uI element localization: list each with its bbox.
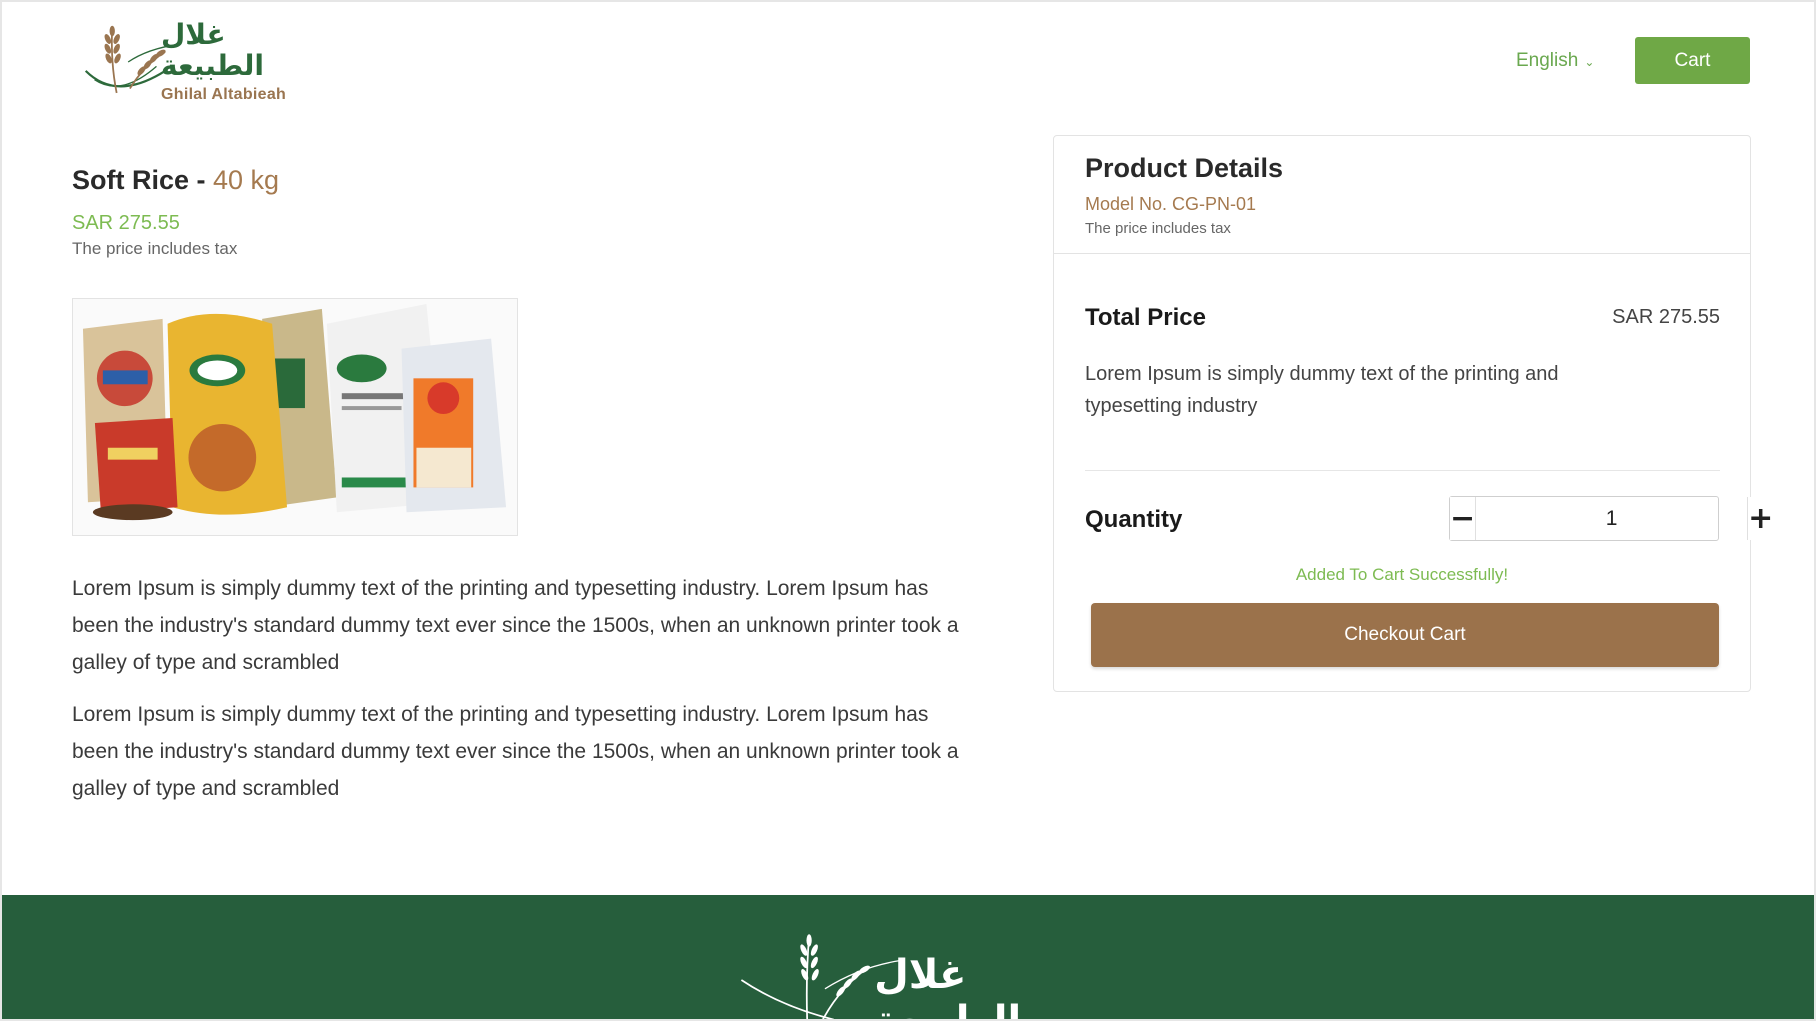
product-price: SAR 275.55 xyxy=(72,212,180,234)
footer-logo-arabic-text: غلال الطبيعة xyxy=(874,952,1022,1021)
quantity-label: Quantity xyxy=(1085,506,1183,533)
rice-bags-illustration xyxy=(73,299,517,535)
product-title: Soft Rice - 40 kg xyxy=(72,165,279,196)
page: غلال الطبيعة Ghilal Altabieah English ⌄ … xyxy=(0,0,1816,1021)
product-details-panel: Product Details Model No. CG-PN-01 The p… xyxy=(1053,135,1774,692)
language-selector[interactable]: English ⌄ xyxy=(1516,50,1594,72)
product-description-1: Lorem Ipsum is simply dummy text of the … xyxy=(72,577,959,674)
product-tax-note: The price includes tax xyxy=(72,239,238,258)
product-weight: 40 kg xyxy=(213,165,280,195)
footer-logo[interactable]: غلال الطبيعة xyxy=(737,930,1097,1021)
quantity-stepper: − + xyxy=(1449,496,1774,541)
logo-english-text: Ghilal Altabieah xyxy=(161,85,287,103)
panel-header: Product Details Model No. CG-PN-01 The p… xyxy=(1054,136,1750,254)
logo-arabic-text: غلال الطبيعة xyxy=(161,18,265,82)
product-image xyxy=(72,298,518,536)
success-message: Added To Cart Successfully! xyxy=(1295,565,1509,584)
minus-icon[interactable]: − xyxy=(1450,497,1477,540)
divider xyxy=(1085,470,1720,471)
panel-tax-note: The price includes tax xyxy=(1085,220,1231,237)
chevron-down-icon: ⌄ xyxy=(1584,55,1595,69)
language-label: English xyxy=(1516,50,1579,71)
panel-description: Lorem Ipsum is simply dummy text of the … xyxy=(1085,363,1559,417)
model-number: Model No. CG-PN-01 xyxy=(1085,194,1257,214)
brand-logo[interactable]: غلال الطبيعة Ghilal Altabieah xyxy=(68,12,318,112)
total-price-value: SAR 275.55 xyxy=(1612,306,1720,328)
checkout-cart-button[interactable]: Checkout Cart xyxy=(1091,603,1719,667)
total-price-label: Total Price xyxy=(1085,304,1206,331)
plus-icon[interactable]: + xyxy=(1747,497,1774,540)
product-name: Soft Rice - xyxy=(72,165,214,195)
cart-button[interactable]: Cart xyxy=(1635,37,1750,84)
footer: غلال الطبيعة xyxy=(2,895,1814,1021)
panel-title: Product Details xyxy=(1085,153,1284,183)
quantity-input[interactable] xyxy=(1476,497,1748,540)
product-description-2: Lorem Ipsum is simply dummy text of the … xyxy=(72,703,959,800)
